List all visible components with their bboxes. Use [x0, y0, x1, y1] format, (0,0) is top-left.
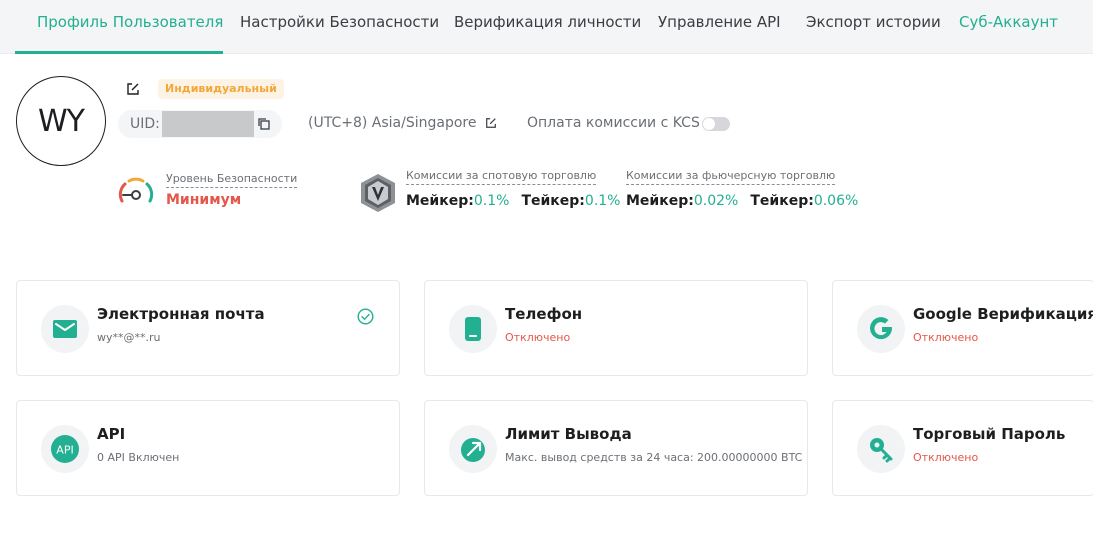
phone-card-title: Телефон [505, 305, 583, 323]
futures-maker-value: 0.02% [693, 193, 739, 209]
spot-maker-value: 0.1% [473, 193, 510, 209]
trading-password-card-title: Торговый Пароль [913, 425, 1066, 443]
verified-check-icon [357, 308, 374, 325]
withdrawal-limit-card[interactable]: Лимит Вывода Макс. вывод средств за 24 ч… [424, 400, 808, 496]
futures-fees-row: Мейкер:0.02% Тейкер:0.06% [626, 193, 858, 209]
google-auth-card-status: Отключено [913, 331, 979, 344]
email-icon [41, 305, 89, 353]
uid-label: UID: [130, 116, 160, 132]
api-card-value: 0 API Включен [97, 451, 180, 464]
uid-masked-value [162, 111, 254, 137]
security-level-value: Минимум [166, 192, 242, 208]
withdrawal-limit-card-title: Лимит Вывода [505, 425, 632, 443]
spot-taker-value: 0.1% [584, 193, 621, 209]
edit-timezone-icon[interactable] [485, 117, 497, 129]
uid-pill: UID: [118, 110, 282, 138]
email-card[interactable]: Электронная почта wy**@**.ru [16, 280, 400, 376]
tab-user-profile[interactable]: Профиль Пользователя [37, 13, 223, 31]
security-level-label: Уровень Безопасности [166, 172, 298, 188]
api-icon-text: API [56, 444, 73, 457]
tab-bar: Профиль Пользователя Настройки Безопасно… [0, 0, 1093, 54]
spot-taker-label: Тейкер: [521, 193, 585, 209]
withdrawal-limit-card-value: Макс. вывод средств за 24 часа: 200.0000… [505, 451, 803, 464]
google-auth-card[interactable]: Google Верификация Отключено [832, 280, 1093, 376]
avatar-initials: WY [38, 103, 85, 139]
tab-sub-account[interactable]: Суб-Аккаунт [959, 13, 1058, 31]
phone-card-status: Отключено [505, 331, 571, 344]
futures-maker-label: Мейкер: [626, 193, 694, 209]
kcs-fee-toggle[interactable] [702, 117, 730, 131]
copy-icon[interactable] [257, 117, 270, 130]
kcs-fee-label: Оплата комиссии с KCS [527, 115, 700, 131]
api-icon: API [41, 425, 89, 473]
vip-level-badge-icon [361, 174, 395, 212]
email-card-value: wy**@**.ru [97, 331, 161, 344]
google-auth-card-title: Google Верификация [913, 305, 1093, 323]
email-card-title: Электронная почта [97, 305, 265, 323]
active-tab-indicator [15, 51, 223, 54]
api-card-title: API [97, 425, 126, 443]
key-icon [857, 425, 905, 473]
api-card[interactable]: API API 0 API Включен [16, 400, 400, 496]
futures-taker-value: 0.06% [813, 193, 859, 209]
account-type-badge: Индивидуальный [158, 79, 284, 99]
avatar: WY [16, 76, 106, 166]
timezone-text: (UTC+8) Asia/Singapore [308, 115, 477, 131]
google-g-icon [857, 305, 905, 353]
tab-api-management[interactable]: Управление API [658, 13, 781, 31]
phone-icon [449, 305, 497, 353]
edit-nickname-icon[interactable] [126, 82, 140, 96]
security-gauge-icon [118, 177, 154, 203]
trading-password-card[interactable]: Торговый Пароль Отключено [832, 400, 1093, 496]
tab-history-export[interactable]: Экспорт истории [806, 13, 941, 31]
trading-password-card-status: Отключено [913, 451, 979, 464]
spot-fees-row: Мейкер:0.1% Тейкер:0.1% [406, 193, 621, 209]
spot-maker-label: Мейкер: [406, 193, 474, 209]
futures-fees-label: Комиссии за фьючерсную торговлю [626, 169, 836, 185]
tab-identity-verification[interactable]: Верификация личности [454, 13, 641, 31]
spot-fees-label: Комиссии за спотовую торговлю [406, 169, 597, 185]
tab-security-settings[interactable]: Настройки Безопасности [240, 13, 439, 31]
toggle-knob [703, 118, 715, 130]
withdrawal-limit-icon [449, 425, 497, 473]
futures-taker-label: Тейкер: [750, 193, 814, 209]
phone-card[interactable]: Телефон Отключено [424, 280, 808, 376]
